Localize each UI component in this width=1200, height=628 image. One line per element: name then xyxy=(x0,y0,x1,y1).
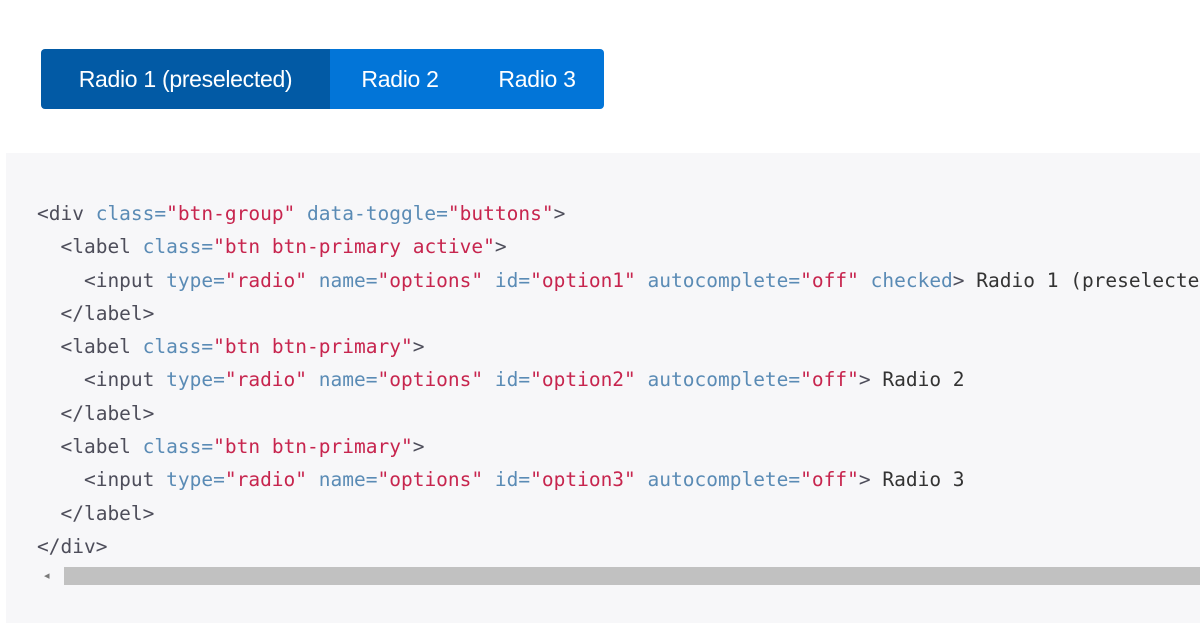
code-token: <label xyxy=(37,335,143,359)
code-token: "buttons" xyxy=(447,202,554,225)
code-token: id= xyxy=(483,368,531,392)
code-token: Radio 3 xyxy=(870,468,965,492)
code-token: Radio 1 (preselected) xyxy=(964,268,1200,292)
code-token: type= xyxy=(166,368,225,392)
code-token: "radio" xyxy=(224,468,308,492)
code-token: class= xyxy=(95,202,167,225)
code-token: checked xyxy=(858,268,953,292)
code-token: > xyxy=(952,268,965,292)
code-token: name= xyxy=(307,468,378,492)
code-token: type= xyxy=(166,468,225,492)
code-token: </label> xyxy=(37,501,155,525)
radio-3-button[interactable]: Radio 3 xyxy=(470,49,604,109)
code-line: </div> xyxy=(37,535,107,558)
radio-2-button[interactable]: Radio 2 xyxy=(330,49,470,109)
code-line: <input type="radio" name="options" id="o… xyxy=(37,269,1200,292)
code-token: "radio" xyxy=(224,268,308,292)
code-token: <div xyxy=(37,202,96,225)
code-token: "radio" xyxy=(224,368,308,392)
code-token: "option2" xyxy=(530,368,636,392)
code-token: id= xyxy=(483,468,531,492)
code-line: <label class="btn btn-primary active"> xyxy=(37,235,507,259)
code-token: > xyxy=(858,468,871,492)
code-token: "btn btn-primary" xyxy=(213,435,413,459)
code-listing: <div class="btn-group" data-toggle="butt… xyxy=(37,197,1200,563)
code-token: autocomplete= xyxy=(635,368,801,392)
radio-1-button[interactable]: Radio 1 (preselected) xyxy=(41,49,330,109)
code-token: data-toggle= xyxy=(295,202,448,225)
code-token: > xyxy=(858,368,871,392)
code-token: class= xyxy=(142,235,214,259)
code-token: <input xyxy=(37,268,167,292)
code-line: </label> xyxy=(37,502,154,525)
code-token: "off" xyxy=(800,368,859,392)
code-token: "options" xyxy=(377,368,484,392)
scrollbar-thumb[interactable] xyxy=(64,567,1200,585)
code-token: Radio 2 xyxy=(870,368,965,392)
code-line: <input type="radio" name="options" id="o… xyxy=(37,468,965,491)
code-line: </label> xyxy=(37,402,154,425)
code-token: </label> xyxy=(37,401,155,425)
code-token: name= xyxy=(307,368,378,392)
code-token: class= xyxy=(142,435,214,459)
code-token: autocomplete= xyxy=(635,468,801,492)
code-token: id= xyxy=(483,268,531,292)
code-line: <label class="btn btn-primary"> xyxy=(37,335,424,358)
code-token: class= xyxy=(142,335,214,359)
scroll-left-arrow-icon[interactable]: ◂ xyxy=(44,569,50,582)
code-token: > xyxy=(412,335,425,359)
code-line: <label class="btn btn-primary"> xyxy=(37,435,424,458)
code-token: "options" xyxy=(377,268,484,292)
code-token: <label xyxy=(37,435,143,459)
code-token: "btn btn-primary active" xyxy=(213,235,495,259)
code-token: </label> xyxy=(37,301,155,325)
code-token: > xyxy=(553,202,566,225)
radio-button-group: Radio 1 (preselected) Radio 2 Radio 3 xyxy=(41,49,604,109)
code-line: <input type="radio" name="options" id="o… xyxy=(37,368,965,391)
code-token: "option3" xyxy=(530,468,636,492)
horizontal-scrollbar[interactable]: ◂ xyxy=(36,566,1200,586)
code-line: <div class="btn-group" data-toggle="butt… xyxy=(37,202,565,225)
code-example: <div class="btn-group" data-toggle="butt… xyxy=(6,153,1200,623)
code-token: "btn-group" xyxy=(166,202,296,225)
code-token: <input xyxy=(37,368,167,392)
code-token: </div> xyxy=(37,534,108,558)
code-token: "off" xyxy=(800,268,859,292)
code-token: "btn btn-primary" xyxy=(213,335,413,359)
code-token: > xyxy=(412,435,425,459)
code-token: "option1" xyxy=(530,268,636,292)
code-token: name= xyxy=(307,268,378,292)
code-token: <input xyxy=(37,468,167,492)
code-token: <label xyxy=(37,235,143,259)
code-token: "options" xyxy=(377,468,484,492)
code-token: > xyxy=(494,235,507,259)
code-token: "off" xyxy=(800,468,859,492)
code-line: </label> xyxy=(37,302,154,325)
code-token: type= xyxy=(166,268,225,292)
code-token: autocomplete= xyxy=(635,268,801,292)
